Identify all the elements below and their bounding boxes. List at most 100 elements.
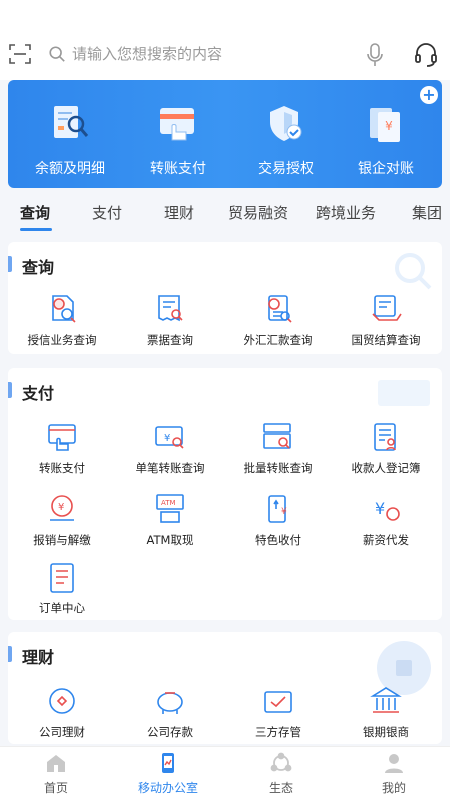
nav-home[interactable]: 首页: [0, 751, 112, 796]
section-accent-bar: [8, 382, 12, 398]
tab-query[interactable]: 查询: [20, 202, 50, 223]
nav-label: 生态: [268, 781, 293, 795]
tab-payment[interactable]: 支付: [92, 202, 122, 223]
nav-mobile-office[interactable]: 移动办公室: [112, 751, 224, 796]
search-bar[interactable]: [40, 38, 400, 70]
nav-label: 我的: [381, 781, 406, 795]
banner-item-transfer[interactable]: 转账支付: [124, 94, 232, 184]
tab-group[interactable]: 集团: [412, 202, 442, 223]
trade-settle-query-icon: [372, 295, 402, 321]
credit-query-icon: [52, 295, 76, 323]
svg-text:¥: ¥: [385, 119, 393, 133]
grid-item-label: ATM取现: [146, 533, 194, 547]
top-header: [0, 0, 450, 80]
svg-text:¥: ¥: [375, 499, 385, 518]
transfer-icon: [48, 424, 76, 451]
section-title: 理财: [22, 648, 55, 667]
svg-text:¥: ¥: [164, 433, 170, 444]
banner-item-balance[interactable]: 余额及明细: [16, 94, 124, 184]
grid-item-corp-deposit[interactable]: 公司存款: [116, 684, 224, 746]
active-tab-indicator: [20, 228, 52, 231]
profile-icon: [385, 754, 403, 773]
grid-item-label: 公司理财: [39, 725, 85, 739]
section-payment: 支付 转账支付 ¥ 单笔转账查询 批量转账查询 收款人登记簿 ¥ 报销与解缴 A…: [8, 368, 442, 620]
quick-access-banner: + 余额及明细 转账支付 交易授权 ¥ 银企对账: [8, 80, 442, 188]
ecology-icon: [270, 752, 292, 772]
grid-item-custody[interactable]: 三方存管: [224, 684, 332, 746]
section-wealth: 理财 公司理财 公司存款 三方存管 银期银商: [8, 632, 442, 744]
grid-item-single-transfer[interactable]: ¥ 单笔转账查询: [116, 420, 224, 482]
grid-item-trade-query[interactable]: 国贸结算查询: [332, 292, 440, 354]
tab-trade-finance[interactable]: 贸易融资: [228, 202, 288, 223]
grid-item-special-pay[interactable]: ¥ 特色收付: [224, 492, 332, 554]
grid-item-payroll[interactable]: ¥ 薪资代发: [332, 492, 440, 554]
grid-item-corp-wealth[interactable]: 公司理财: [8, 684, 116, 746]
atm-icon: ATM: [156, 494, 184, 523]
scan-icon[interactable]: [8, 42, 32, 66]
section-accent-bar: [8, 256, 12, 272]
corp-wealth-icon: [49, 688, 75, 714]
home-icon: [47, 755, 65, 772]
payee-register-icon: [374, 423, 396, 451]
banner-item-auth[interactable]: 交易授权: [232, 94, 340, 184]
tab-wealth[interactable]: 理财: [164, 202, 194, 223]
grid-item-fx-query[interactable]: 外汇汇款查询: [224, 292, 332, 354]
search-icon: [49, 46, 65, 62]
batch-transfer-query-icon: [263, 423, 291, 449]
grid-item-batch-transfer[interactable]: 批量转账查询: [224, 420, 332, 482]
section-query: 查询 授信业务查询 票据查询 外汇汇款查询 国贸结算查询: [8, 242, 442, 354]
banner-item-label: 余额及明细: [35, 161, 105, 177]
grid-item-label: 授信业务查询: [27, 333, 97, 347]
section-accent-bar: [8, 646, 12, 662]
bank-futures-icon: [370, 687, 402, 713]
tab-cross-border[interactable]: 跨境业务: [316, 202, 376, 223]
grid-item-label: 外汇汇款查询: [243, 333, 313, 347]
fx-remit-query-icon: [268, 295, 292, 323]
grid-item-label: 订单中心: [39, 601, 85, 615]
grid-item-label: 薪资代发: [363, 533, 409, 547]
grid-item-payee-register[interactable]: 收款人登记簿: [332, 420, 440, 482]
transfer-pay-icon: [160, 108, 194, 141]
grid-item-label: 收款人登记簿: [351, 461, 421, 475]
transaction-auth-icon: [270, 106, 302, 141]
special-pay-icon: ¥: [268, 495, 287, 523]
banner-item-label: 银企对账: [358, 161, 414, 177]
grid-item-reimburse[interactable]: ¥ 报销与解缴: [8, 492, 116, 554]
nav-label: 移动办公室: [137, 781, 198, 795]
nav-profile[interactable]: 我的: [338, 751, 450, 796]
grid-item-label: 报销与解缴: [33, 533, 91, 547]
category-tabs: 查询 支付 理财 贸易融资 跨境业务 集团: [0, 196, 450, 232]
third-party-custody-icon: [264, 691, 292, 713]
bottom-navigation: 首页 移动办公室 生态 我的: [0, 746, 450, 800]
grid-item-atm[interactable]: ATM ATM取现: [116, 492, 224, 554]
nav-ecology[interactable]: 生态: [225, 751, 337, 796]
microphone-icon[interactable]: [366, 42, 384, 68]
grid-item-label: 特色收付: [255, 533, 301, 547]
grid-item-label: 公司存款: [147, 725, 193, 739]
bank-reconcile-icon: ¥: [370, 108, 400, 142]
search-watermark-icon: [395, 253, 432, 290]
grid-item-bill-query[interactable]: 票据查询: [116, 292, 224, 354]
grid-item-bank-futures[interactable]: 银期银商: [332, 684, 440, 746]
single-transfer-query-icon: ¥: [155, 426, 184, 449]
mobile-office-icon: [162, 753, 174, 773]
nav-label: 首页: [43, 781, 68, 795]
search-input[interactable]: [72, 45, 362, 63]
grid-item-order-center[interactable]: 订单中心: [8, 560, 116, 622]
svg-text:¥: ¥: [281, 507, 287, 517]
grid-item-transfer[interactable]: 转账支付: [8, 420, 116, 482]
balance-detail-icon: [54, 106, 89, 138]
grid-item-label: 单笔转账查询: [135, 461, 205, 475]
grid-item-label: 批量转账查询: [243, 461, 313, 475]
order-center-icon: [50, 563, 74, 593]
banner-item-label: 交易授权: [258, 161, 314, 177]
bill-query-icon: [158, 295, 183, 322]
customer-service-icon[interactable]: [414, 42, 438, 68]
payroll-icon: ¥: [375, 499, 400, 521]
grid-item-label: 国贸结算查询: [351, 333, 421, 347]
grid-item-label: 转账支付: [39, 461, 85, 475]
reimburse-icon: ¥: [50, 495, 74, 521]
banner-item-reconcile[interactable]: ¥ 银企对账: [332, 94, 440, 184]
section-title: 查询: [22, 258, 55, 277]
grid-item-credit-query[interactable]: 授信业务查询: [8, 292, 116, 354]
